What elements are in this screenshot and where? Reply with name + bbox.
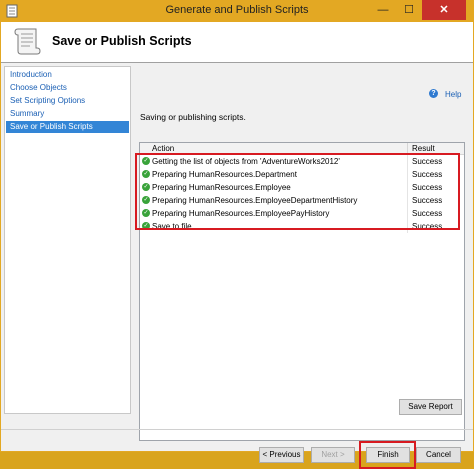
save-report-button[interactable]: Save Report (399, 399, 462, 415)
nav-item-save-or-publish-scripts[interactable]: Save or Publish Scripts (6, 121, 129, 133)
page-title: Save or Publish Scripts (52, 34, 192, 48)
wizard-header: Save or Publish Scripts (1, 22, 473, 62)
scroll-icon (14, 28, 41, 55)
help-link[interactable]: Help (445, 90, 461, 99)
nav-item-set-scripting-options[interactable]: Set Scripting Options (6, 95, 129, 107)
wizard-nav: Introduction Choose Objects Set Scriptin… (4, 66, 131, 414)
nav-item-introduction[interactable]: Introduction (6, 69, 129, 81)
column-header-action[interactable]: Action (152, 144, 174, 153)
cancel-button[interactable]: Cancel (416, 447, 461, 463)
previous-button[interactable]: < Previous (259, 447, 304, 463)
nav-item-choose-objects[interactable]: Choose Objects (6, 82, 129, 94)
close-button[interactable]: ✕ (422, 0, 466, 20)
status-text: Saving or publishing scripts. (140, 112, 246, 122)
wizard-client-area: Save or Publish Scripts Introduction Cho… (1, 22, 473, 469)
finish-highlight-box (359, 441, 416, 469)
title-bar[interactable]: Generate and Publish Scripts — ☐ ✕ (0, 0, 474, 22)
column-header-result[interactable]: Result (412, 144, 435, 153)
help-icon[interactable]: ? (429, 89, 438, 98)
nav-item-summary[interactable]: Summary (6, 108, 129, 120)
maximize-button[interactable]: ☐ (396, 0, 422, 20)
footer-divider (1, 429, 473, 430)
results-highlight-box (135, 153, 460, 230)
minimize-button[interactable]: — (370, 0, 396, 20)
wizard-body: Introduction Choose Objects Set Scriptin… (1, 63, 473, 469)
wizard-window: Generate and Publish Scripts — ☐ ✕ Save … (0, 0, 474, 469)
next-button[interactable]: Next > (311, 447, 355, 463)
